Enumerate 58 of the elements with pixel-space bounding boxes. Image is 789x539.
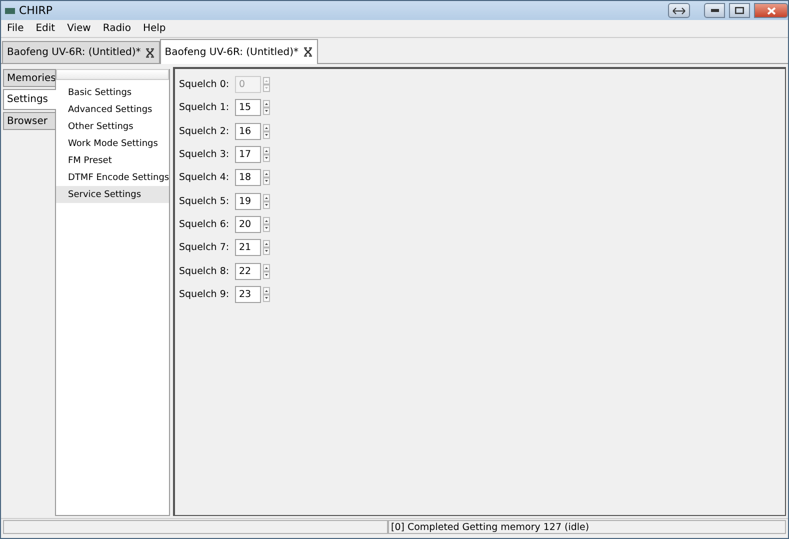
field-label: Squelch 7: (179, 242, 230, 254)
settings-item[interactable]: Basic Settings (56, 84, 169, 101)
side-tab[interactable]: Memories (3, 69, 55, 87)
number-field[interactable]: 20 (235, 216, 261, 233)
spinner-arrows-icon[interactable] (263, 170, 270, 186)
side-tab[interactable]: Settings (3, 89, 56, 110)
resize-button[interactable] (668, 3, 690, 18)
spinner-arrows-icon[interactable] (263, 124, 270, 139)
status-text: [0] Completed Getting memory 127 (idle) (388, 520, 786, 534)
spinner-arrows-icon[interactable] (263, 286, 270, 302)
number-field[interactable]: 21 (235, 239, 261, 256)
settings-item[interactable]: Other Settings (56, 118, 169, 135)
side-tab[interactable]: Browser (3, 112, 55, 130)
maximize-button[interactable] (729, 3, 750, 18)
field-label: Squelch 3: (179, 149, 230, 160)
number-field[interactable]: 16 (235, 122, 261, 140)
number-field[interactable]: 17 (235, 146, 261, 164)
close-icon (766, 6, 776, 14)
number-field[interactable]: 19 (235, 192, 261, 210)
field-label: Squelch 2: (179, 126, 230, 137)
field-label: Squelch 4: (179, 172, 230, 184)
tab[interactable]: Baofeng UV-6R: (Untitled)* (2, 41, 160, 63)
field-label: Squelch 9: (179, 288, 230, 300)
menu-item[interactable]: Radio (96, 23, 137, 34)
menu-item[interactable]: Edit (30, 23, 62, 34)
settings-item[interactable]: Work Mode Settings (56, 135, 169, 152)
number-field[interactable]: 15 (235, 99, 261, 116)
menu-item[interactable]: File (1, 23, 30, 34)
number-field[interactable]: 18 (235, 169, 261, 186)
menu-item[interactable]: Help (136, 23, 172, 34)
settings-item[interactable]: Advanced Settings (56, 101, 169, 118)
close-icon[interactable] (302, 47, 312, 57)
spinner-arrows-icon[interactable] (263, 147, 270, 162)
spinner-arrows-icon[interactable] (263, 264, 270, 279)
spinner-arrows-icon[interactable] (263, 194, 270, 209)
maximize-icon (735, 7, 744, 14)
settings-item[interactable]: Service Settings (56, 186, 169, 203)
number-field[interactable]: 23 (235, 286, 261, 303)
minimize-icon (710, 9, 718, 12)
spinner-arrows-icon[interactable] (263, 240, 270, 256)
settings-item[interactable]: FM Preset (56, 152, 169, 169)
field-label: Squelch 1: (179, 102, 230, 114)
field-label: Squelch 0: (179, 79, 230, 90)
close-button[interactable] (754, 3, 788, 18)
settings-item[interactable]: DTMF Encode Settings (56, 169, 169, 186)
window-title: CHIRP (19, 4, 52, 17)
field-label: Squelch 6: (179, 218, 230, 230)
spinner-arrows-icon[interactable] (263, 216, 270, 232)
tab[interactable]: Baofeng UV-6R: (Untitled)* (160, 39, 318, 64)
field-label: Squelch 5: (179, 196, 230, 207)
app-icon (5, 8, 15, 14)
menu-item[interactable]: View (61, 23, 97, 34)
close-icon[interactable] (144, 48, 155, 58)
double-arrow-icon (672, 6, 686, 14)
spinner-arrows-icon[interactable] (263, 100, 270, 116)
number-field[interactable]: 22 (235, 262, 261, 280)
minimize-button[interactable] (704, 3, 725, 18)
field-label: Squelch 8: (179, 266, 230, 277)
